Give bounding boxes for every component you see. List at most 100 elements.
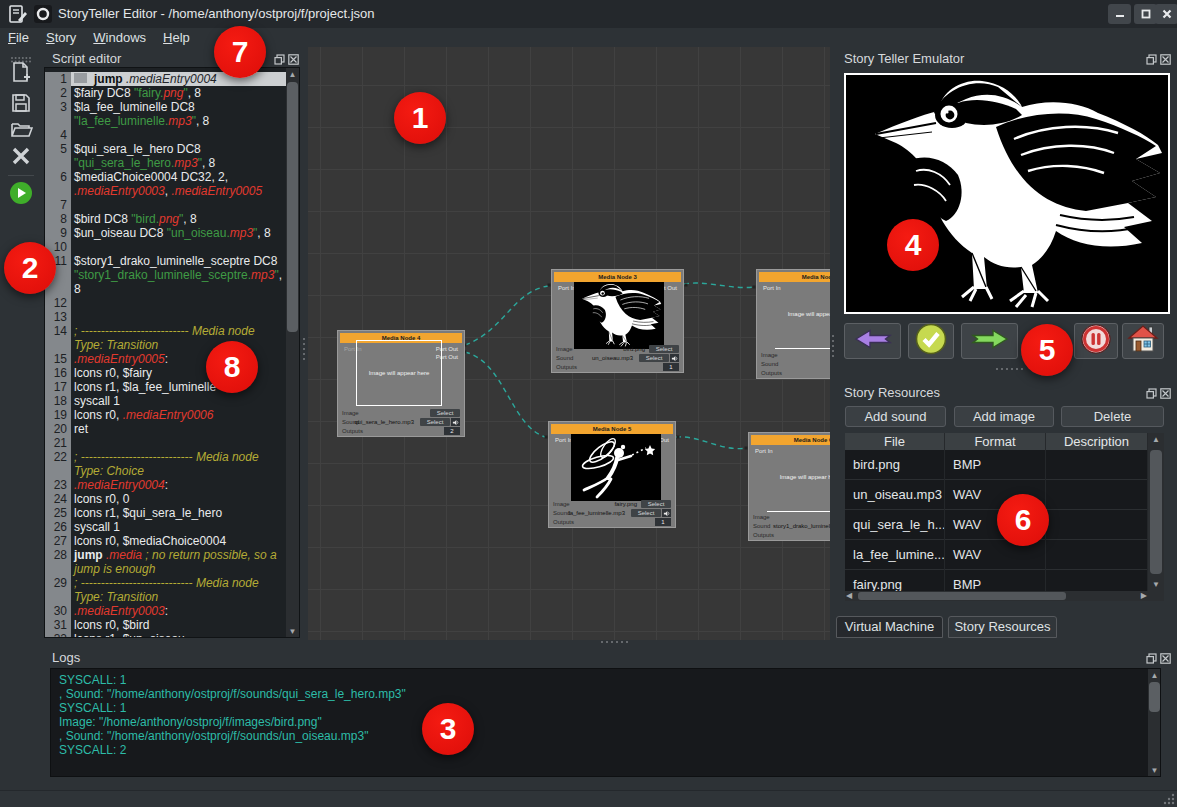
table-vscrollbar[interactable]: ▲▼ (1148, 433, 1164, 601)
emulator-display (844, 73, 1170, 314)
code-line: 5$qui_sera_le_hero DC8 "qui_sera_le_hero… (45, 142, 286, 170)
toolbar-new-file-button[interactable] (9, 62, 33, 86)
code-line: 26syscall 1 (45, 520, 286, 534)
emulator-ok-button[interactable] (908, 323, 954, 359)
code-line: 19lcons r0, .mediaEntry0006 (45, 408, 286, 422)
outputs-spinbox[interactable]: 2 (444, 427, 460, 435)
table-row[interactable]: un_oiseau.mp3WAV (845, 480, 1148, 510)
open-icon (10, 118, 33, 144)
select-button[interactable]: Select (420, 418, 450, 426)
select-button[interactable]: Select (430, 409, 460, 417)
column-header-description[interactable]: Description (1046, 433, 1148, 450)
annotation-6: 6 (997, 494, 1049, 546)
annotation-2: 2 (4, 242, 56, 294)
app-icon-logo (33, 4, 53, 24)
annotation-3: 3 (422, 703, 474, 755)
code-line: 11$story1_drako_luminelle_sceptre DC8 "s… (45, 254, 286, 296)
code-line: 2$fairy DC8 "fairy.png", 8 (45, 86, 286, 100)
dock-float-icon[interactable] (1146, 650, 1157, 668)
emulator-pause-button[interactable] (1074, 323, 1118, 359)
select-button[interactable]: Select (641, 500, 671, 508)
code-line: 6$mediaChoice0004 DC32, 2, .mediaEntry00… (45, 170, 286, 198)
code-line: 7 (45, 198, 286, 212)
code-line: 4 (45, 128, 286, 142)
code-line: 25lcons r1, $qui_sera_le_hero (45, 506, 286, 520)
script-editor[interactable]: 1jump .mediaEntry00042$fairy DC8 "fairy.… (44, 67, 300, 638)
next-icon (970, 327, 1010, 355)
toolbar-save-button[interactable] (9, 93, 33, 117)
select-button[interactable]: Select (631, 509, 661, 517)
statusbar (0, 790, 1177, 807)
annotation-1: 1 (394, 92, 446, 144)
select-button[interactable]: Select (649, 345, 679, 353)
dock-float-icon[interactable] (1146, 385, 1157, 403)
tab-virtual-machine[interactable]: Virtual Machine (836, 616, 943, 638)
add-image-button[interactable]: Add image (954, 406, 1054, 427)
dock-close-icon[interactable] (1160, 51, 1171, 69)
speaker-icon[interactable] (451, 418, 460, 426)
media-node[interactable]: Media Node 3Port InPort OutImagebird.png… (551, 269, 684, 373)
dock-float-icon[interactable] (1146, 51, 1157, 69)
node-title[interactable]: Media Node 5 (551, 424, 673, 434)
outputs-spinbox[interactable]: 1 (663, 363, 679, 371)
code-line: 13 (45, 310, 286, 324)
app-icon-document (8, 4, 28, 24)
column-header-file[interactable]: File (845, 433, 945, 450)
ok-icon (915, 323, 947, 359)
delete-button[interactable]: Delete (1061, 406, 1164, 427)
maximize-button[interactable] (1134, 4, 1157, 24)
node-image-thumbnail (574, 282, 664, 349)
media-node[interactable]: Media Node 4Port InPort OutPort OutImage… (337, 330, 465, 437)
code-line: 9$un_oiseau DC8 "un_oiseau.mp3", 8 (45, 226, 286, 240)
logs-output[interactable]: SYSCALL: 1 , Sound: "/home/anthony/ostpr… (50, 668, 1161, 777)
dock-close-icon[interactable] (1160, 385, 1171, 403)
code-line: 8$bird DC8 "bird.png", 8 (45, 212, 286, 226)
table-hscrollbar[interactable]: ◀▶ (845, 591, 1148, 601)
media-node[interactable]: Media Node 5Port InPort OutImagefairy.pn… (548, 421, 676, 528)
emulator-home-button[interactable] (1122, 323, 1164, 359)
toolbar-delete-button[interactable] (9, 146, 33, 170)
annotation-7: 7 (214, 26, 266, 78)
media-node[interactable]: Media Node 1Port InImage will appear her… (756, 269, 830, 379)
code-line: 20ret (45, 422, 286, 436)
image-placeholder: Image will appear here (356, 340, 442, 406)
add-sound-button[interactable]: Add sound (845, 406, 946, 427)
node-title[interactable]: Media Node 3 (554, 272, 681, 282)
tab-story-resources[interactable]: Story Resources (948, 616, 1057, 638)
execution-marker (74, 73, 87, 83)
resize-grip[interactable] (1163, 793, 1175, 805)
table-row[interactable]: bird.pngBMP (845, 450, 1148, 480)
logs-dock-title: Logs (52, 650, 80, 665)
toolbar-open-button[interactable] (9, 119, 33, 143)
node-graph-canvas[interactable]: Media Node 4Port InPort OutPort OutImage… (308, 47, 830, 640)
menu-help[interactable]: Help (155, 29, 199, 46)
annotation-8: 8 (206, 341, 258, 393)
toolbar (0, 47, 42, 790)
minimize-button[interactable] (1108, 4, 1131, 24)
speaker-icon[interactable] (670, 354, 679, 362)
column-header-format[interactable]: Format (945, 433, 1046, 450)
dock-close-icon[interactable] (1160, 650, 1171, 668)
table-row[interactable]: la_fee_lumine...WAV (845, 540, 1148, 570)
emulator-next-button[interactable] (961, 323, 1018, 359)
close-button[interactable] (1155, 4, 1177, 24)
media-node[interactable]: Media Node 6Port InImage will appear her… (748, 432, 830, 541)
menu-story[interactable]: Story (38, 29, 85, 46)
toolbar-run-button[interactable] (9, 183, 33, 207)
code-line: 21 (45, 436, 286, 450)
outputs-spinbox[interactable]: 1 (655, 518, 671, 526)
select-button[interactable]: Select (639, 354, 669, 362)
emulator-prev-button[interactable] (844, 323, 901, 359)
delete-icon (11, 146, 31, 170)
code-line: 32lcons r1, $un_oiseau (45, 632, 286, 638)
script-editor-scrollbar[interactable]: ▲ ▼ (286, 68, 299, 637)
toolbar-handle[interactable] (10, 50, 32, 57)
logs-scrollbar[interactable]: ▲ ▼ (1148, 669, 1160, 776)
menu-file[interactable]: File (0, 29, 38, 46)
new-file-icon (10, 61, 32, 87)
menu-windows[interactable]: Windows (85, 29, 155, 46)
node-image-thumbnail (571, 434, 661, 501)
code-line: 23.mediaEntry0004: (45, 478, 286, 492)
emulator-dock-title: Story Teller Emulator (844, 51, 964, 66)
speaker-icon[interactable] (662, 509, 671, 517)
